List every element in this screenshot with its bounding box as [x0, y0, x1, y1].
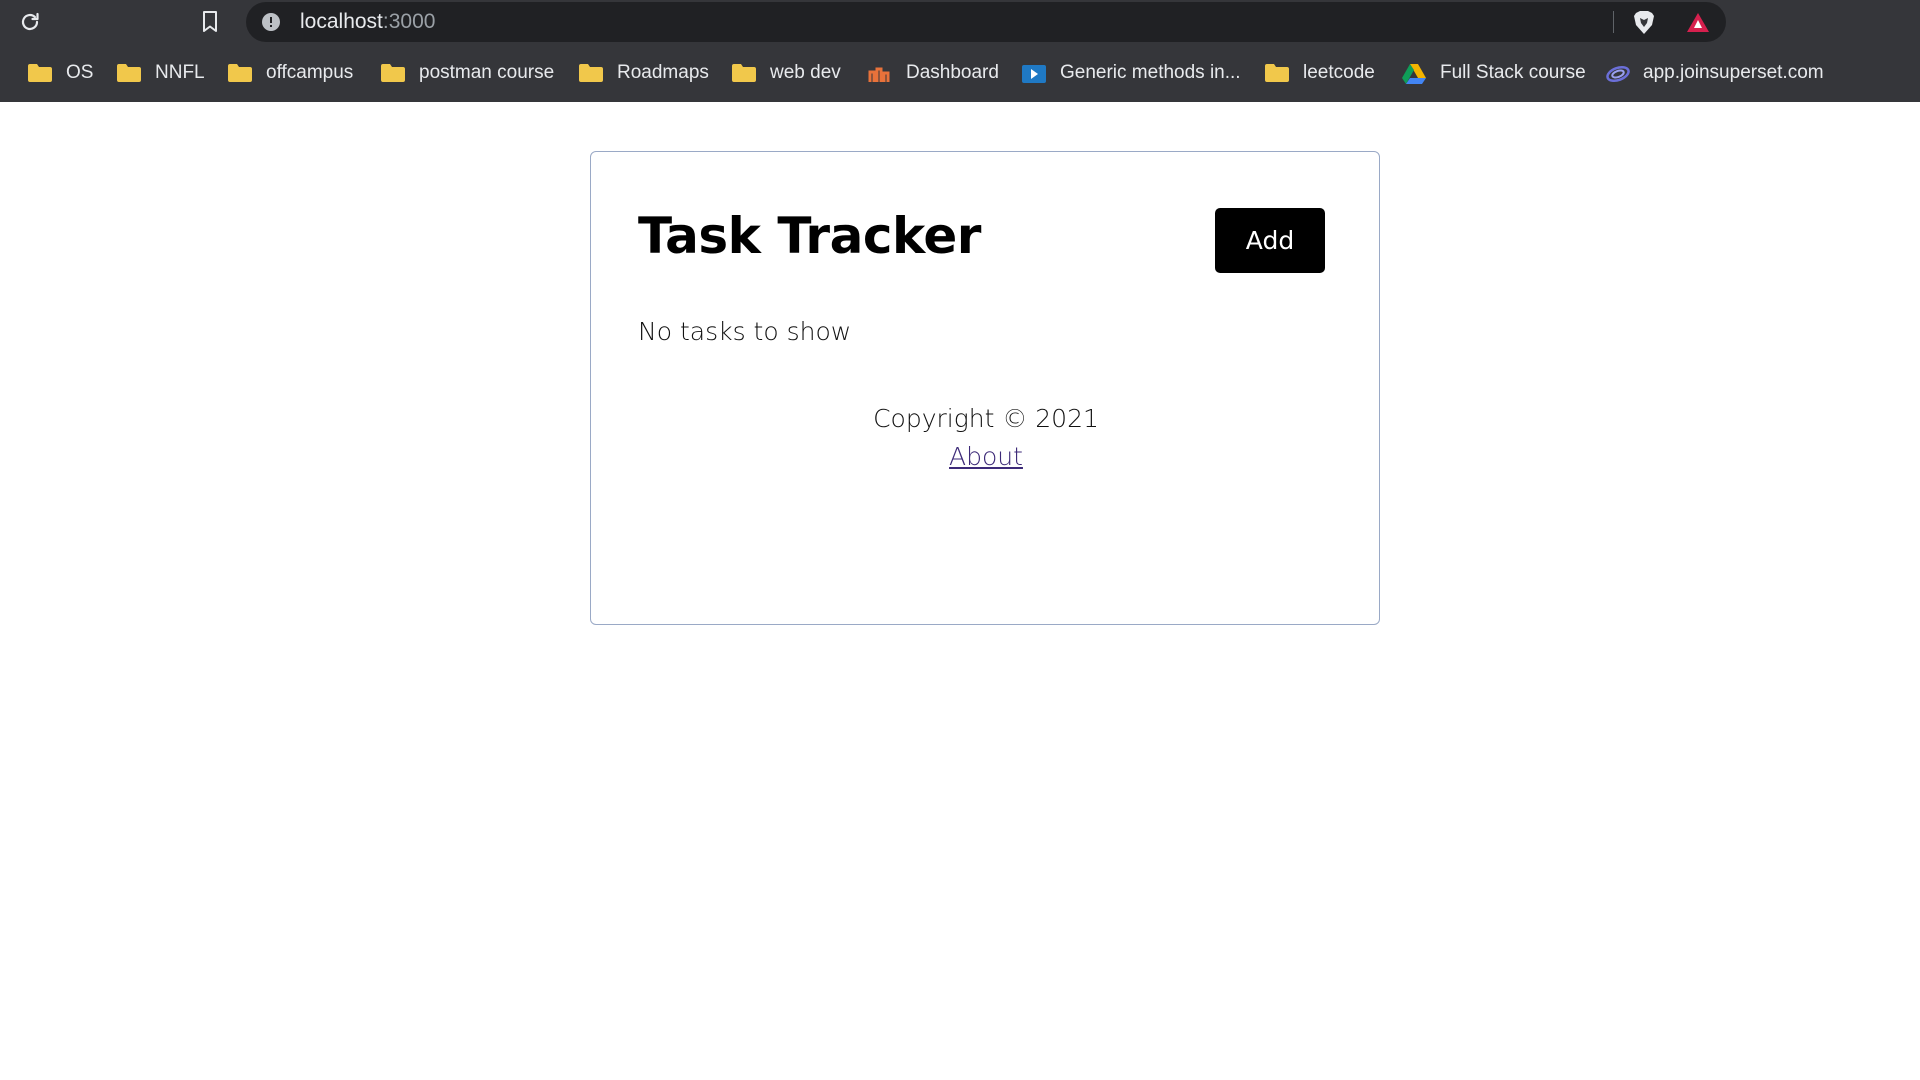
task-tracker-container: Task Tracker Add No tasks to show Copyri… [590, 151, 1380, 625]
folder-icon [28, 62, 54, 84]
add-task-button[interactable]: Add [1215, 208, 1325, 273]
omnibox-separator [1613, 11, 1614, 33]
folder-icon [732, 62, 758, 84]
bookmark-joinsuperset[interactable]: app.joinsuperset.com [1605, 52, 1824, 94]
bookmark-label: Dashboard [906, 62, 999, 83]
bookmark-roadmaps[interactable]: Roadmaps [579, 52, 709, 94]
copyright-text: Copyright © 2021 [873, 404, 1099, 433]
empty-tasks-message: No tasks to show [638, 317, 852, 346]
browser-chrome: localhost:3000 OS NNFL offcampus postman… [0, 0, 1920, 102]
bookmark-label: OS [66, 62, 94, 83]
folder-icon [1265, 62, 1291, 84]
drive-icon [1402, 62, 1428, 84]
bookmark-label: web dev [770, 62, 841, 83]
bookmark-icon[interactable] [196, 8, 224, 36]
bookmark-label: Full Stack course [1440, 62, 1586, 83]
bookmark-generic-methods[interactable]: Generic methods in... [1022, 52, 1241, 94]
dashboard-site-icon [868, 62, 894, 84]
bookmark-nnfl[interactable]: NNFL [117, 52, 205, 94]
site-info-icon[interactable] [262, 13, 280, 31]
bookmark-label: leetcode [1303, 62, 1375, 83]
folder-icon [381, 62, 407, 84]
bookmark-full-stack-course[interactable]: Full Stack course [1402, 52, 1586, 94]
bookmarks-bar: OS NNFL offcampus postman course Roadmap… [0, 52, 1920, 94]
video-site-icon [1022, 62, 1048, 84]
browser-toolbar: localhost:3000 [0, 0, 1920, 46]
brave-shields-icon[interactable] [1632, 10, 1656, 36]
url-host: localhost [300, 10, 383, 33]
bookmark-label: Generic methods in... [1060, 62, 1241, 83]
bookmark-postman-course[interactable]: postman course [381, 52, 554, 94]
bookmark-offcampus[interactable]: offcampus [228, 52, 353, 94]
folder-icon [117, 62, 143, 84]
bookmark-os[interactable]: OS [28, 52, 93, 94]
bookmark-label: offcampus [266, 62, 354, 83]
folder-icon [228, 62, 254, 84]
url-text[interactable]: localhost:3000 [300, 2, 435, 42]
superset-icon [1605, 62, 1631, 84]
bookmark-leetcode[interactable]: leetcode [1265, 52, 1375, 94]
bookmark-web-dev[interactable]: web dev [732, 52, 841, 94]
folder-icon [579, 62, 605, 84]
brave-rewards-icon[interactable] [1686, 11, 1710, 35]
page-title: Task Tracker [638, 207, 981, 265]
address-bar[interactable]: localhost:3000 [246, 2, 1726, 42]
bookmark-label: app.joinsuperset.com [1643, 62, 1824, 83]
bookmark-label: Roadmaps [617, 62, 709, 83]
reload-icon[interactable] [16, 8, 44, 36]
about-link[interactable]: About [949, 438, 1023, 476]
bookmark-label: postman course [419, 62, 555, 83]
bookmark-dashboard[interactable]: Dashboard [868, 52, 999, 94]
url-port: :3000 [382, 10, 436, 33]
bookmark-label: NNFL [155, 62, 205, 83]
footer: Copyright © 2021 About [591, 400, 1381, 476]
